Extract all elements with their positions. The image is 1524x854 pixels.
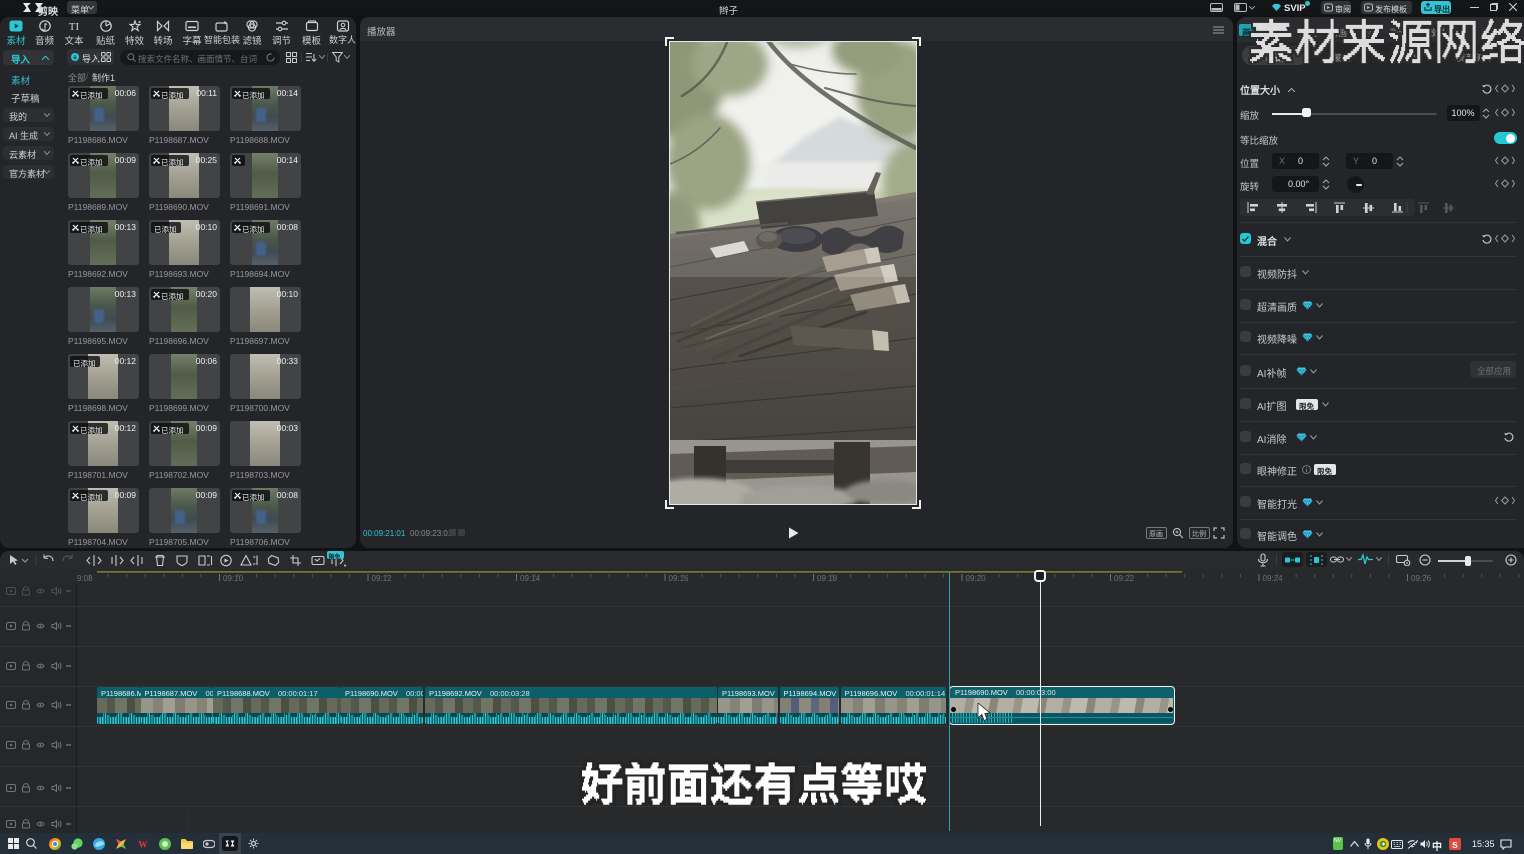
svg-text:W: W (139, 840, 148, 850)
svg-text:09:12: 09:12 (372, 574, 393, 583)
svg-text:09:24: 09:24 (1263, 574, 1284, 583)
svg-text:09:16: 09:16 (669, 574, 690, 583)
svg-text:09:26: 09:26 (1411, 574, 1432, 583)
svg-text:09:22: 09:22 (1114, 574, 1135, 583)
svg-text:09:18: 09:18 (817, 574, 838, 583)
svg-text:TI: TI (69, 21, 80, 32)
svg-text:09:10: 09:10 (223, 574, 244, 583)
svg-text:09:14: 09:14 (520, 574, 541, 583)
svg-text:09:20: 09:20 (966, 574, 987, 583)
svg-text:9:08: 9:08 (77, 574, 93, 583)
